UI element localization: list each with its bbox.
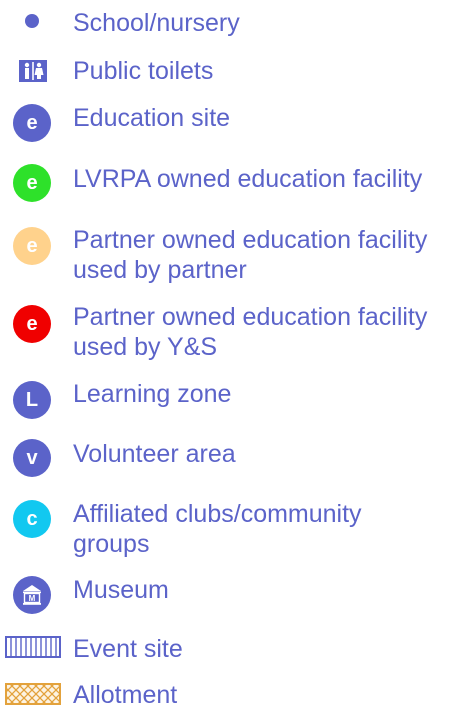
- lvrpa-education-icon: e: [13, 164, 51, 202]
- event-site-hatch-icon: [5, 636, 61, 663]
- learning-zone-icon: L: [13, 381, 51, 419]
- legend-label: Education site: [73, 104, 231, 132]
- legend-label: Museum: [73, 576, 169, 604]
- school-nursery-dot-icon: [25, 14, 39, 28]
- volunteer-area-icon: v: [13, 439, 51, 477]
- svg-text:M: M: [29, 594, 36, 603]
- legend-label: Event site: [73, 635, 183, 663]
- legend-label: Allotment: [73, 681, 178, 709]
- legend-label: School/nursery: [73, 9, 240, 37]
- legend-label: Partner owned education facility used by…: [73, 303, 428, 361]
- toilets-icon: [19, 60, 47, 87]
- legend-label: Public toilets: [73, 57, 214, 85]
- partner-ys-education-icon: e: [13, 305, 51, 343]
- legend-label: Volunteer area: [73, 440, 236, 468]
- museum-icon: M: [13, 576, 51, 619]
- education-site-icon: e: [13, 104, 51, 142]
- legend-label: Affiliated clubs/community groups: [73, 500, 362, 558]
- legend-label: Learning zone: [73, 380, 232, 408]
- partner-education-icon: e: [13, 227, 51, 265]
- legend-label: LVRPA owned education facility: [73, 165, 423, 193]
- legend-label: Partner owned education facility used by…: [73, 226, 428, 284]
- affiliated-clubs-icon: c: [13, 500, 51, 538]
- allotment-crosshatch-icon: [5, 683, 61, 710]
